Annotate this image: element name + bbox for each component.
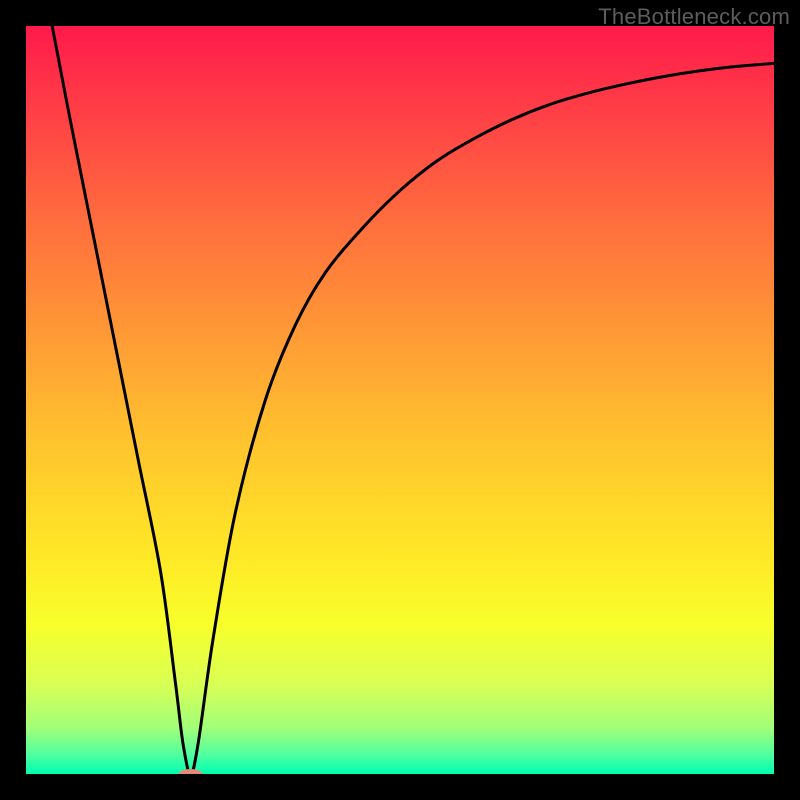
chart-frame	[26, 26, 774, 774]
watermark-text: TheBottleneck.com	[598, 4, 790, 30]
chart-plot	[26, 26, 774, 774]
chart-background	[26, 26, 774, 774]
